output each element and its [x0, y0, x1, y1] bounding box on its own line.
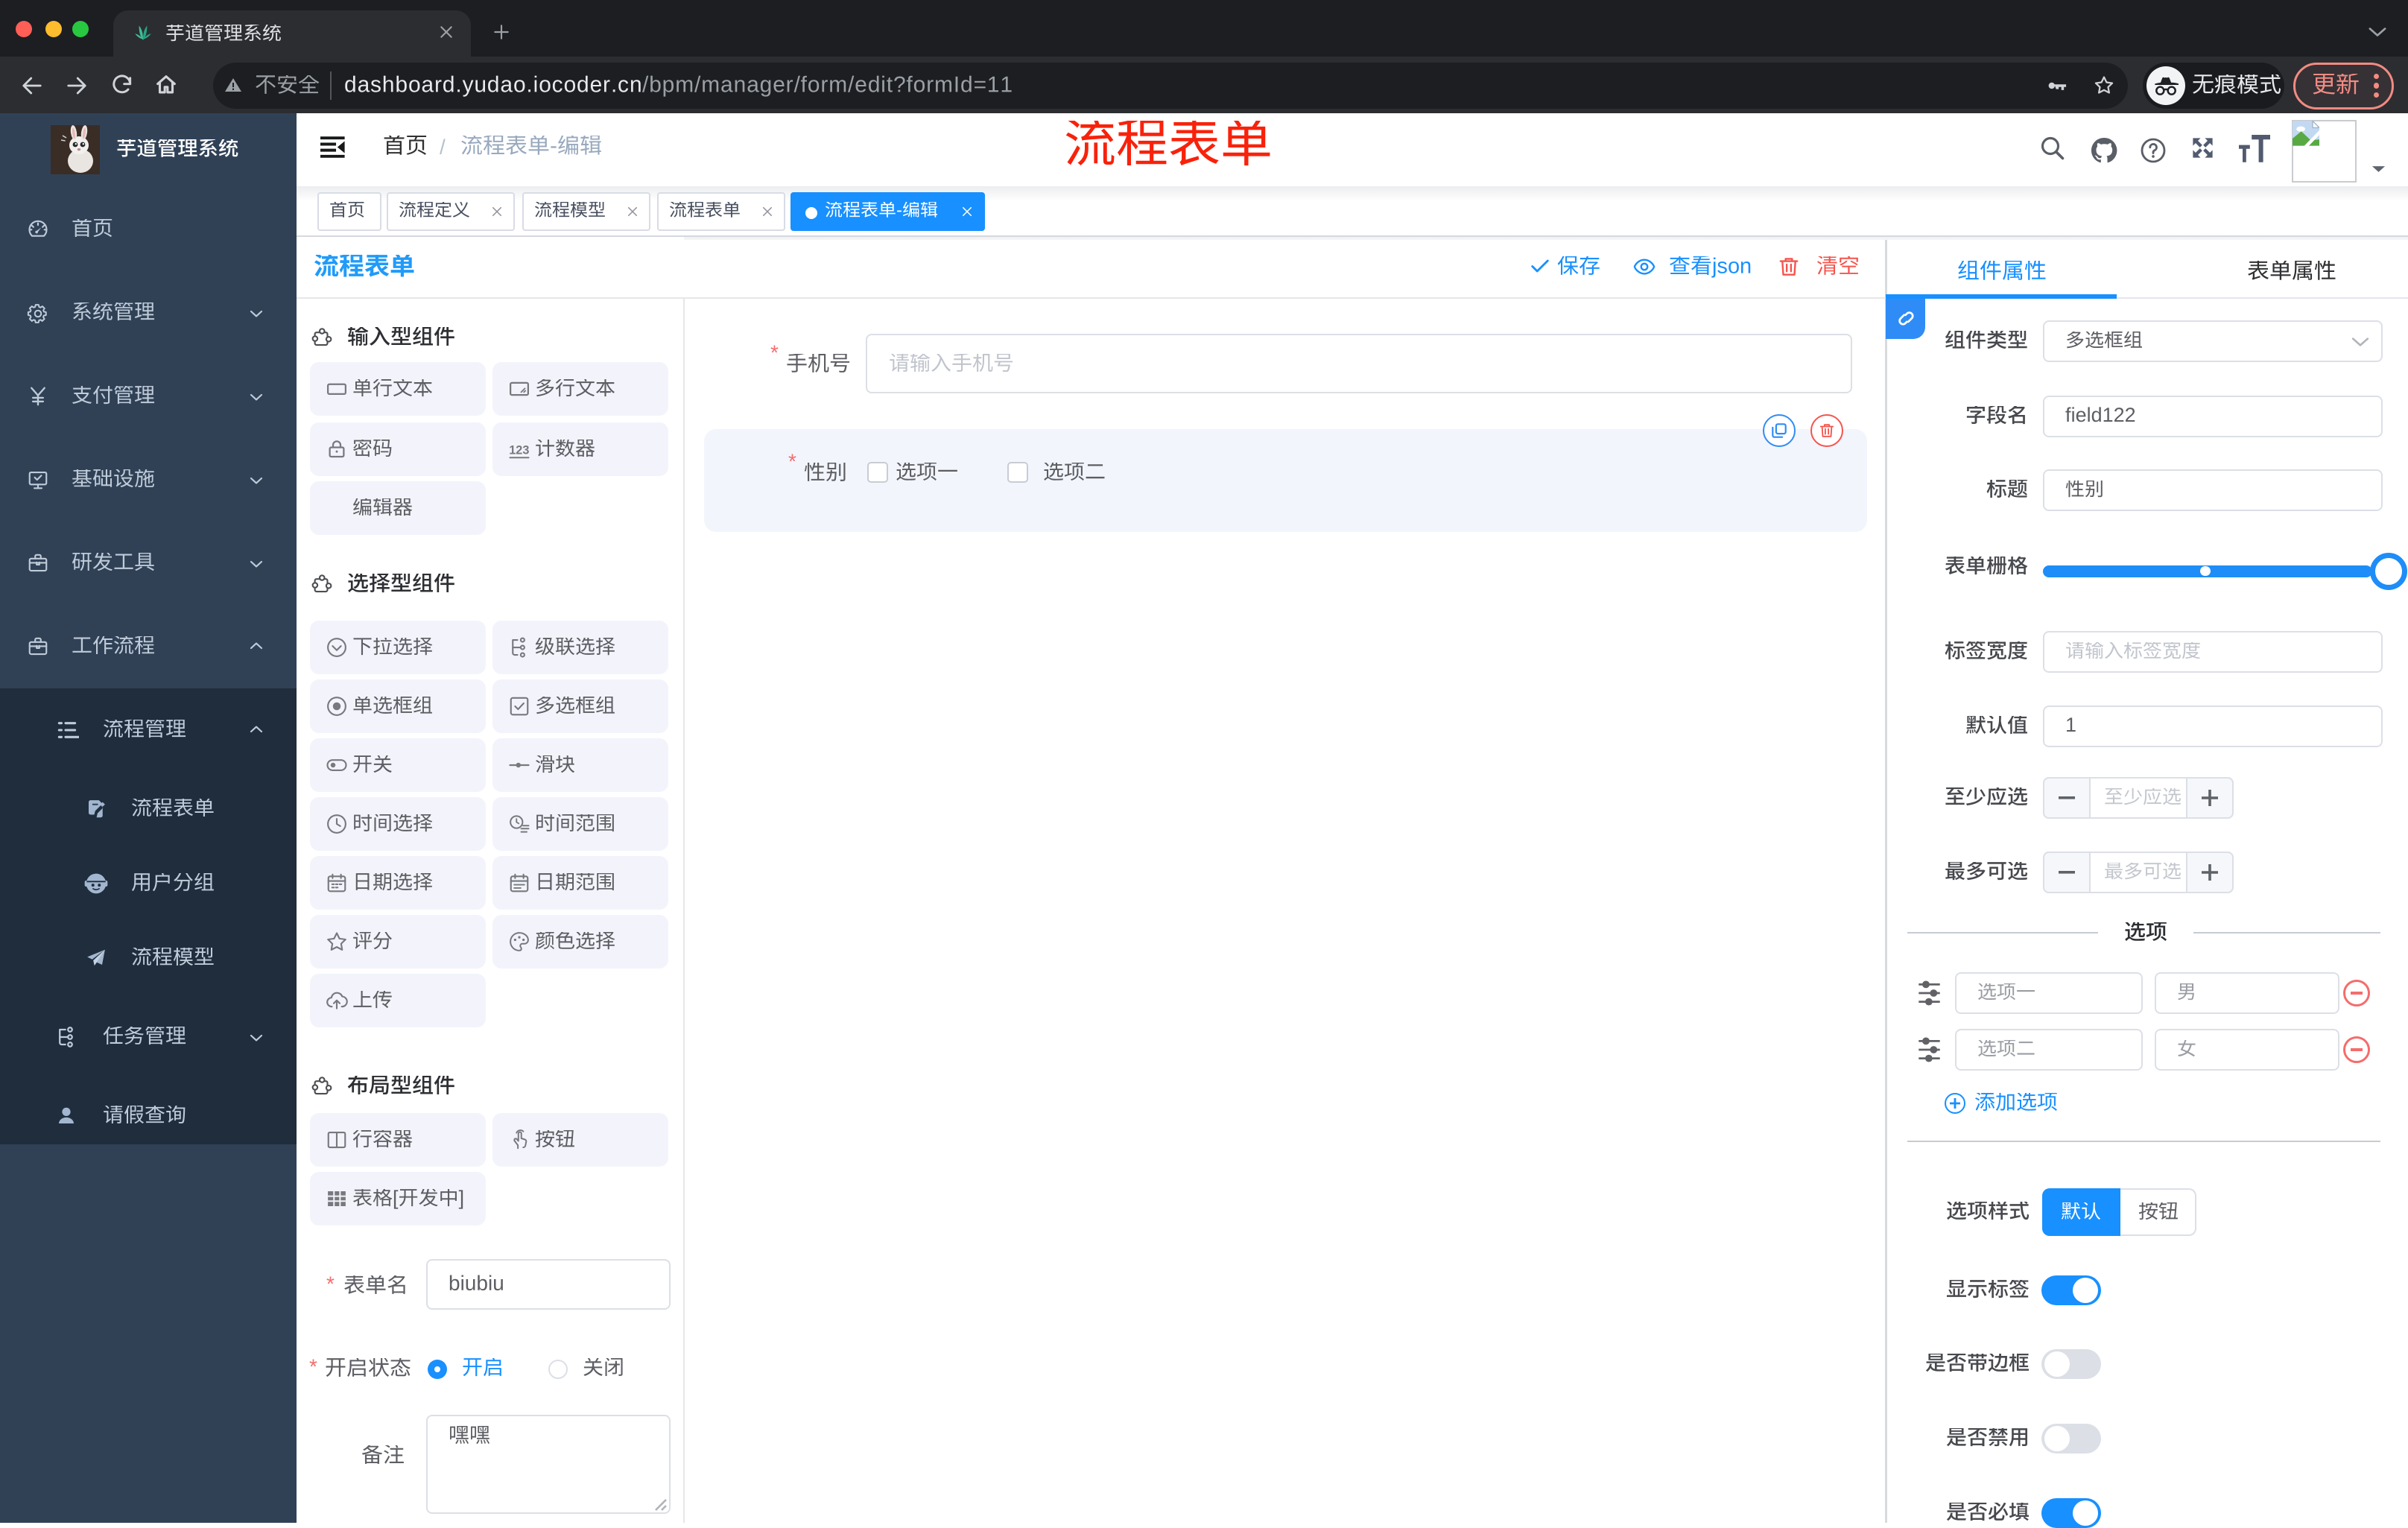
svg-text:123: 123 [509, 443, 529, 457]
